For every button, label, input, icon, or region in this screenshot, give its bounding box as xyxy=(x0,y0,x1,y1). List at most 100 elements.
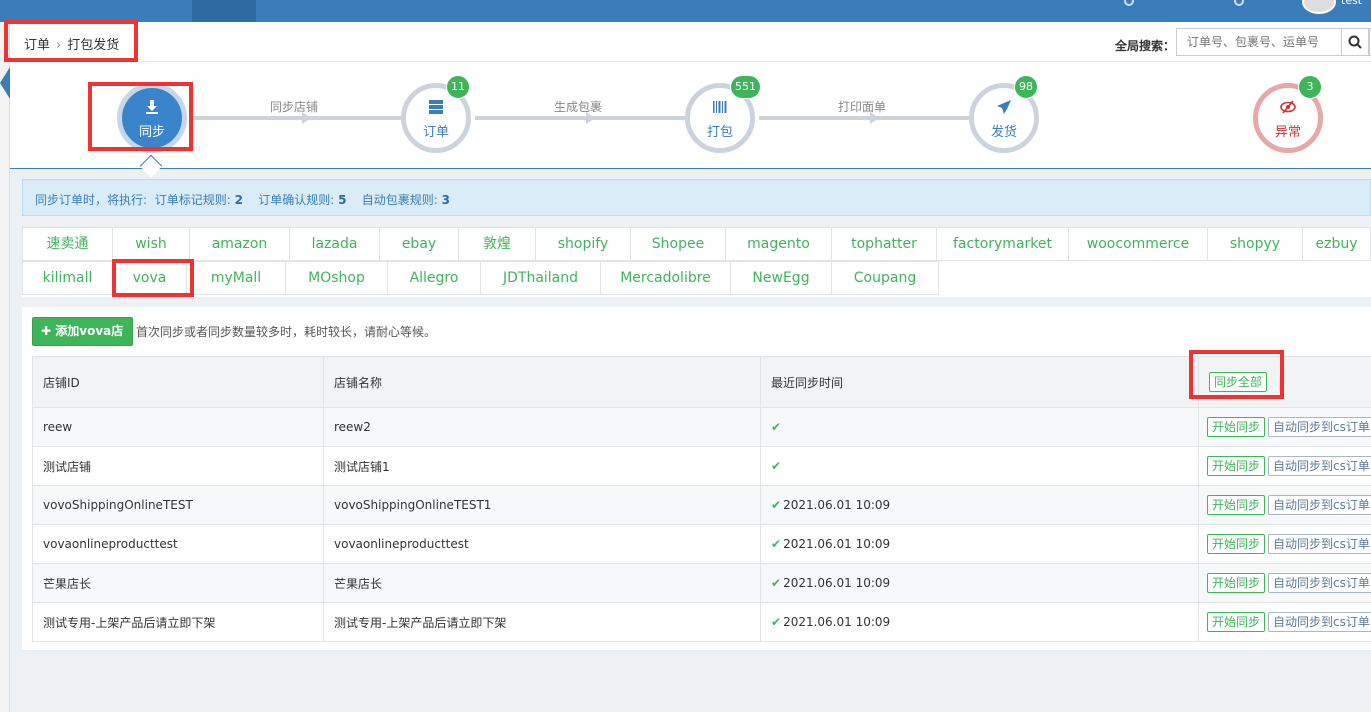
tab-platform[interactable]: ezbuy xyxy=(1302,227,1371,261)
rule-link-auto-package[interactable]: 自动包裹规则: 3 xyxy=(362,193,450,207)
start-sync-button[interactable]: 开始同步 xyxy=(1207,495,1266,515)
start-sync-button[interactable]: 开始同步 xyxy=(1207,534,1266,554)
sync-time: 2021.06.01 10:09 xyxy=(783,576,891,590)
server-icon xyxy=(429,100,443,114)
store-id: 测试店铺 xyxy=(32,446,324,486)
tab-platform[interactable]: 速卖通 xyxy=(22,227,113,261)
auto-sync-button[interactable]: 自动同步到cs订单 xyxy=(1268,456,1371,476)
highlight-box-sync-step xyxy=(88,82,193,151)
auto-sync-button[interactable]: 自动同步到cs订单 xyxy=(1268,573,1371,593)
sync-hint: 首次同步或者同步数量较多时，耗时较长，请耐心等候。 xyxy=(136,325,437,339)
settings-icon[interactable] xyxy=(1234,0,1244,6)
step-badge: 551 xyxy=(730,75,761,99)
search-icon xyxy=(1348,35,1362,49)
step-label: 异常 xyxy=(1274,125,1301,140)
start-sync-button[interactable]: 开始同步 xyxy=(1207,417,1266,437)
connector-label: 打印面单 xyxy=(838,100,887,114)
connector-line xyxy=(475,112,696,124)
check-icon: ✔ xyxy=(771,459,782,473)
tab-platform[interactable]: tophatter xyxy=(831,227,937,261)
store-id: 测试专用-上架产品后请立即下架 xyxy=(32,602,324,642)
step-badge: 3 xyxy=(1298,75,1322,99)
tab-platform[interactable]: JDThailand xyxy=(480,261,601,295)
connector-line xyxy=(191,112,412,124)
connector-label: 生成包裹 xyxy=(554,100,603,114)
tab-platform[interactable]: NewEgg xyxy=(730,261,832,295)
search-icon[interactable] xyxy=(1124,0,1134,6)
user-name[interactable]: test xyxy=(1341,0,1362,7)
tab-platform[interactable]: shopyy xyxy=(1207,227,1303,261)
step-pack[interactable]: 打包 551 xyxy=(685,75,761,153)
tab-platform[interactable]: Mercadolibre xyxy=(600,261,731,295)
step-label: 打包 xyxy=(706,125,733,140)
step-ship[interactable]: 发货 98 xyxy=(969,75,1039,153)
tab-platform[interactable]: shopify xyxy=(535,227,631,261)
table-row: 测试专用-上架产品后请立即下架 测试专用-上架产品后请立即下架 ✔ 2021.06… xyxy=(32,602,1371,642)
tab-platform[interactable]: wish xyxy=(112,227,190,261)
store-name: vovoShippingOnlineTEST1 xyxy=(323,485,761,525)
barcode-icon xyxy=(713,101,727,113)
table-row: 芒果店长 芒果店长 ✔ 2021.06.01 10:09 开始同步 自动同步到cs订… xyxy=(32,563,1371,603)
auto-sync-button[interactable]: 自动同步到cs订单 xyxy=(1268,495,1371,515)
tab-platform[interactable]: magento xyxy=(725,227,832,261)
rule-link-mark[interactable]: 订单标记规则: 2 xyxy=(155,193,243,207)
store-id: 芒果店长 xyxy=(32,563,324,603)
rule-link-confirm[interactable]: 订单确认规则: 5 xyxy=(258,193,346,207)
start-sync-button[interactable]: 开始同步 xyxy=(1207,573,1266,593)
send-icon xyxy=(997,100,1011,114)
store-name: 芒果店长 xyxy=(323,563,761,603)
avatar[interactable] xyxy=(1302,0,1336,14)
auto-sync-button[interactable]: 自动同步到cs订单 xyxy=(1268,417,1371,437)
top-navbar: test xyxy=(0,0,1371,22)
plus-icon: ✚ xyxy=(41,324,52,338)
step-badge: 98 xyxy=(1014,75,1038,99)
rules-prefix: 同步订单时，将执行: xyxy=(35,193,148,207)
start-sync-button[interactable]: 开始同步 xyxy=(1207,612,1266,632)
table-row: 测试店铺 测试店铺1 ✔ 开始同步 自动同步到cs订单 xyxy=(32,446,1371,486)
tab-platform[interactable]: ebay xyxy=(379,227,459,261)
tab-platform[interactable]: Allegro xyxy=(387,261,481,295)
highlight-box-breadcrumb xyxy=(4,20,138,62)
tab-platform[interactable]: Coupang xyxy=(831,261,939,295)
auto-sync-button[interactable]: 自动同步到cs订单 xyxy=(1268,534,1371,554)
store-panel: ✚ 添加vova店铺 首次同步或者同步数量较多时，耗时较长，请耐心等候。 店铺I… xyxy=(22,307,1371,650)
tab-platform[interactable]: myMall xyxy=(186,261,286,295)
step-label: 发货 xyxy=(990,125,1017,140)
global-search-label: 全局搜索： xyxy=(1115,39,1176,53)
tab-platform[interactable]: MOshop xyxy=(285,261,388,295)
check-icon: ✔ xyxy=(771,615,782,629)
check-icon: ✔ xyxy=(771,537,782,551)
nav-item-active[interactable] xyxy=(192,0,256,22)
add-store-button[interactable]: ✚ 添加vova店铺 xyxy=(32,317,133,365)
store-id: reew xyxy=(32,407,324,447)
sync-time: 2021.06.01 10:09 xyxy=(783,615,891,629)
auto-sync-button[interactable]: 自动同步到cs订单 xyxy=(1268,612,1371,632)
highlight-box-sync-all xyxy=(1189,350,1284,399)
sidebar-toggle-icon[interactable] xyxy=(0,67,10,99)
platform-tabs: 速卖通 wish amazon lazada ebay 敦煌 shopify S… xyxy=(22,227,1371,297)
tab-platform[interactable]: factorymarket xyxy=(936,227,1069,261)
search-button[interactable] xyxy=(1341,28,1369,56)
tab-platform[interactable]: woocommerce xyxy=(1068,227,1208,261)
tab-platform[interactable]: 敦煌 xyxy=(458,227,536,261)
workflow-steps: 同步店铺 生成包裹 打印面单 同步 订单 11 打包 551 发货 98 异常 … xyxy=(10,62,1371,178)
connector-label: 同步店铺 xyxy=(270,100,319,114)
store-table: 店铺ID 店铺名称 最近同步时间 同步全部 reew reew2 ✔ 开始同步自… xyxy=(32,356,1371,642)
step-exception[interactable]: 异常 3 xyxy=(1253,75,1323,153)
start-sync-button[interactable]: 开始同步 xyxy=(1207,456,1266,476)
step-order[interactable]: 订单 11 xyxy=(401,75,471,153)
global-search-input[interactable] xyxy=(1176,28,1341,56)
tab-platform[interactable]: lazada xyxy=(289,227,380,261)
store-id: vovoShippingOnlineTEST xyxy=(32,485,324,525)
check-icon: ✔ xyxy=(771,576,782,590)
tab-platform[interactable]: Shopee xyxy=(630,227,726,261)
table-row: reew reew2 ✔ 开始同步 自动同步到cs订单 xyxy=(32,407,1371,447)
step-badge: 11 xyxy=(446,75,470,99)
tab-platform[interactable]: kilimall xyxy=(22,261,113,295)
column-header: 店铺名称 xyxy=(323,356,761,408)
breadcrumb-bar: 订单 › 打包发货 全局搜索： xyxy=(10,22,1371,62)
store-name: reew2 xyxy=(323,407,761,447)
tab-platform[interactable]: amazon xyxy=(189,227,290,261)
check-icon: ✔ xyxy=(771,420,782,434)
column-header: 店铺ID xyxy=(32,356,324,408)
